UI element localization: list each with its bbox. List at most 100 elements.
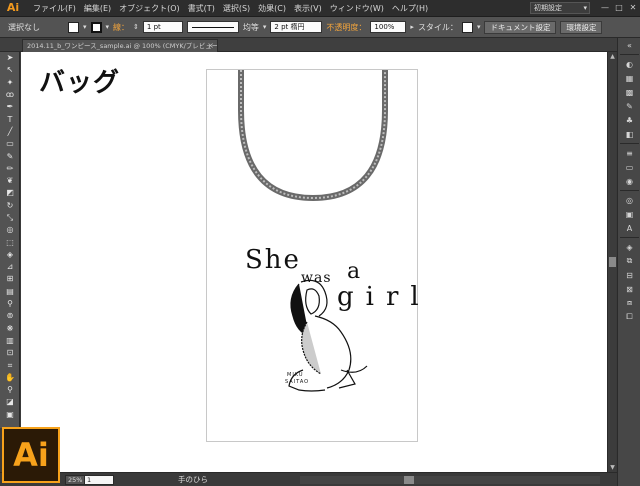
graphic-styles-icon[interactable]: ◧ (618, 127, 640, 141)
menu-help[interactable]: ヘルプ(H) (388, 0, 432, 17)
color-guide-icon[interactable]: ▦ (618, 71, 640, 85)
symbols-icon[interactable]: ♣ (618, 113, 640, 127)
page-title: バッグ (39, 68, 121, 98)
artboards-icon[interactable]: ⧉ (618, 254, 640, 268)
mesh-icon[interactable]: ⊞ (0, 273, 20, 285)
zoom-icon[interactable]: ⚲ (0, 384, 20, 396)
stroke-weight-field[interactable]: 1 pt (142, 21, 183, 33)
maximize-button[interactable]: □ (612, 2, 626, 14)
blend-icon[interactable]: ⊚ (0, 310, 20, 322)
line-icon[interactable]: ╱ (0, 126, 20, 138)
close-window-button[interactable]: ✕ (626, 2, 640, 14)
stroke-icon[interactable]: ≡ (618, 146, 640, 160)
workspace-select[interactable]: 初期設定 (530, 2, 590, 14)
rotate-icon[interactable]: ↻ (0, 200, 20, 212)
blob-brush-icon[interactable]: ❦ (0, 175, 20, 187)
direct-selection-icon[interactable]: ↖ (0, 64, 20, 76)
align-icon[interactable]: ⊟ (618, 268, 640, 282)
brushes-icon[interactable]: ✎ (618, 99, 640, 113)
fill-stroke-icon[interactable]: ◪ (0, 396, 20, 408)
slice-icon[interactable]: ⌗ (0, 359, 20, 371)
menu-edit[interactable]: 編集(E) (80, 0, 115, 17)
hand-icon[interactable]: ✋ (0, 372, 20, 384)
lasso-icon[interactable]: ꝏ (0, 89, 20, 101)
perspective-icon[interactable]: ⊿ (0, 261, 20, 273)
horizontal-scroll-thumb[interactable] (404, 476, 414, 484)
vertical-scroll-thumb[interactable] (609, 257, 616, 267)
layers-icon[interactable]: ◈ (618, 240, 640, 254)
menu-select[interactable]: 選択(S) (219, 0, 254, 17)
pathfinder-icon[interactable]: ⧈ (618, 296, 640, 310)
art-word-a: a (347, 259, 360, 284)
screen-mode-icon[interactable]: ▣ (0, 409, 20, 421)
preferences-button[interactable]: 環境設定 (560, 20, 603, 34)
panel-dock: « ◐ ▦ ▩ ✎ ♣ ◧ ≡ ▭ ◉ ◎ ▣ A ◈ ⧉ ⊟ ⊠ ⧈ ⧠ (617, 38, 640, 486)
fill-dropdown-icon[interactable]: ▾ (83, 23, 87, 31)
opacity-dropdown-icon[interactable]: ▸ (410, 23, 414, 31)
swatches-icon[interactable]: ▩ (618, 85, 640, 99)
document-settings-button[interactable]: ドキュメント設定 (484, 20, 557, 34)
current-tool-status[interactable]: 手のひら (178, 474, 208, 485)
selection-icon[interactable]: ➤ (0, 52, 20, 64)
style-swatch[interactable] (461, 21, 473, 33)
stroke-style-dropdown-icon[interactable]: ▾ (263, 23, 267, 31)
free-transform-icon[interactable]: ⬚ (0, 236, 20, 248)
artist-caption-line1: MIKU (287, 372, 304, 378)
menu-object[interactable]: オブジェクト(O) (115, 0, 184, 17)
stroke-profile-preview[interactable] (186, 21, 239, 33)
menu-effect[interactable]: 効果(C) (254, 0, 290, 17)
warp-icon[interactable]: ◎ (0, 224, 20, 236)
document-tab[interactable]: 2014.11_b_ワンピース_sample.ai @ 100% (CMYK/プ… (22, 39, 218, 52)
stroke-weight-stepper[interactable]: ⇕ (133, 23, 139, 31)
menu-bar: Ai ファイル(F) 編集(E) オブジェクト(O) 書式(T) 選択(S) 効… (0, 0, 640, 17)
stroke-dropdown-icon[interactable]: ▾ (106, 23, 110, 31)
dock-separator (619, 190, 639, 191)
scroll-down-icon[interactable]: ▼ (608, 463, 617, 472)
gradient-panel-icon[interactable]: ▭ (618, 160, 640, 174)
scale-icon[interactable]: ⤡ (0, 212, 20, 224)
artboard-number-field[interactable]: 1 (84, 475, 114, 485)
canvas[interactable]: バッグ She was a girl MIKU SAITAO (21, 52, 607, 472)
style-dropdown-icon[interactable]: ▾ (477, 23, 481, 31)
color-icon[interactable]: ◐ (618, 57, 640, 71)
transparency-icon[interactable]: ◉ (618, 174, 640, 188)
eraser-icon[interactable]: ◩ (0, 187, 20, 199)
appearance-icon[interactable]: ◎ (618, 193, 640, 207)
menu-type[interactable]: 書式(T) (184, 0, 219, 17)
stroke-swatch[interactable] (90, 21, 102, 33)
artboard-tote-bag[interactable]: She was a girl MIKU SAITAO (206, 69, 419, 442)
scroll-up-icon[interactable]: ▲ (608, 52, 617, 61)
opacity-field[interactable]: 100% (370, 21, 407, 33)
type-icon[interactable]: T (0, 113, 20, 125)
gradient-icon[interactable]: ▤ (0, 286, 20, 298)
dock-separator (619, 54, 639, 55)
brush-field[interactable]: 2 pt 楕円 (270, 21, 323, 33)
horizontal-scrollbar[interactable] (300, 476, 600, 484)
artist-caption-line2: SAITAO (285, 379, 309, 385)
menu-file[interactable]: ファイル(F) (29, 0, 80, 17)
transform-icon[interactable]: ⊠ (618, 282, 640, 296)
artboard-icon[interactable]: ⊡ (0, 347, 20, 359)
fill-swatch[interactable] (68, 21, 79, 33)
menu-view[interactable]: 表示(V) (290, 0, 326, 17)
opacity-label[interactable]: 不透明度： (326, 22, 366, 33)
symbol-sprayer-icon[interactable]: ❋ (0, 323, 20, 335)
dock-collapse-icon[interactable]: « (618, 38, 640, 52)
graphic-styles-2-icon[interactable]: ▣ (618, 207, 640, 221)
stroke-label[interactable]: 線： (113, 22, 129, 33)
character-icon[interactable]: A (618, 221, 640, 235)
graph-icon[interactable]: ▥ (0, 335, 20, 347)
shape-builder-icon[interactable]: ◈ (0, 249, 20, 261)
menu-window[interactable]: ウィンドウ(W) (326, 0, 388, 17)
minimize-button[interactable]: — (598, 2, 612, 14)
paintbrush-icon[interactable]: ✎ (0, 150, 20, 162)
vertical-scrollbar[interactable]: ▲ ▼ (607, 52, 616, 472)
dock-separator (619, 237, 639, 238)
close-tab-icon[interactable]: × (207, 40, 214, 52)
rectangle-icon[interactable]: ▭ (0, 138, 20, 150)
magic-wand-icon[interactable]: ✦ (0, 77, 20, 89)
pencil-icon[interactable]: ✏ (0, 163, 20, 175)
eyedropper-icon[interactable]: ⚲ (0, 298, 20, 310)
pen-icon[interactable]: ✒ (0, 101, 20, 113)
links-icon[interactable]: ⧠ (618, 310, 640, 324)
